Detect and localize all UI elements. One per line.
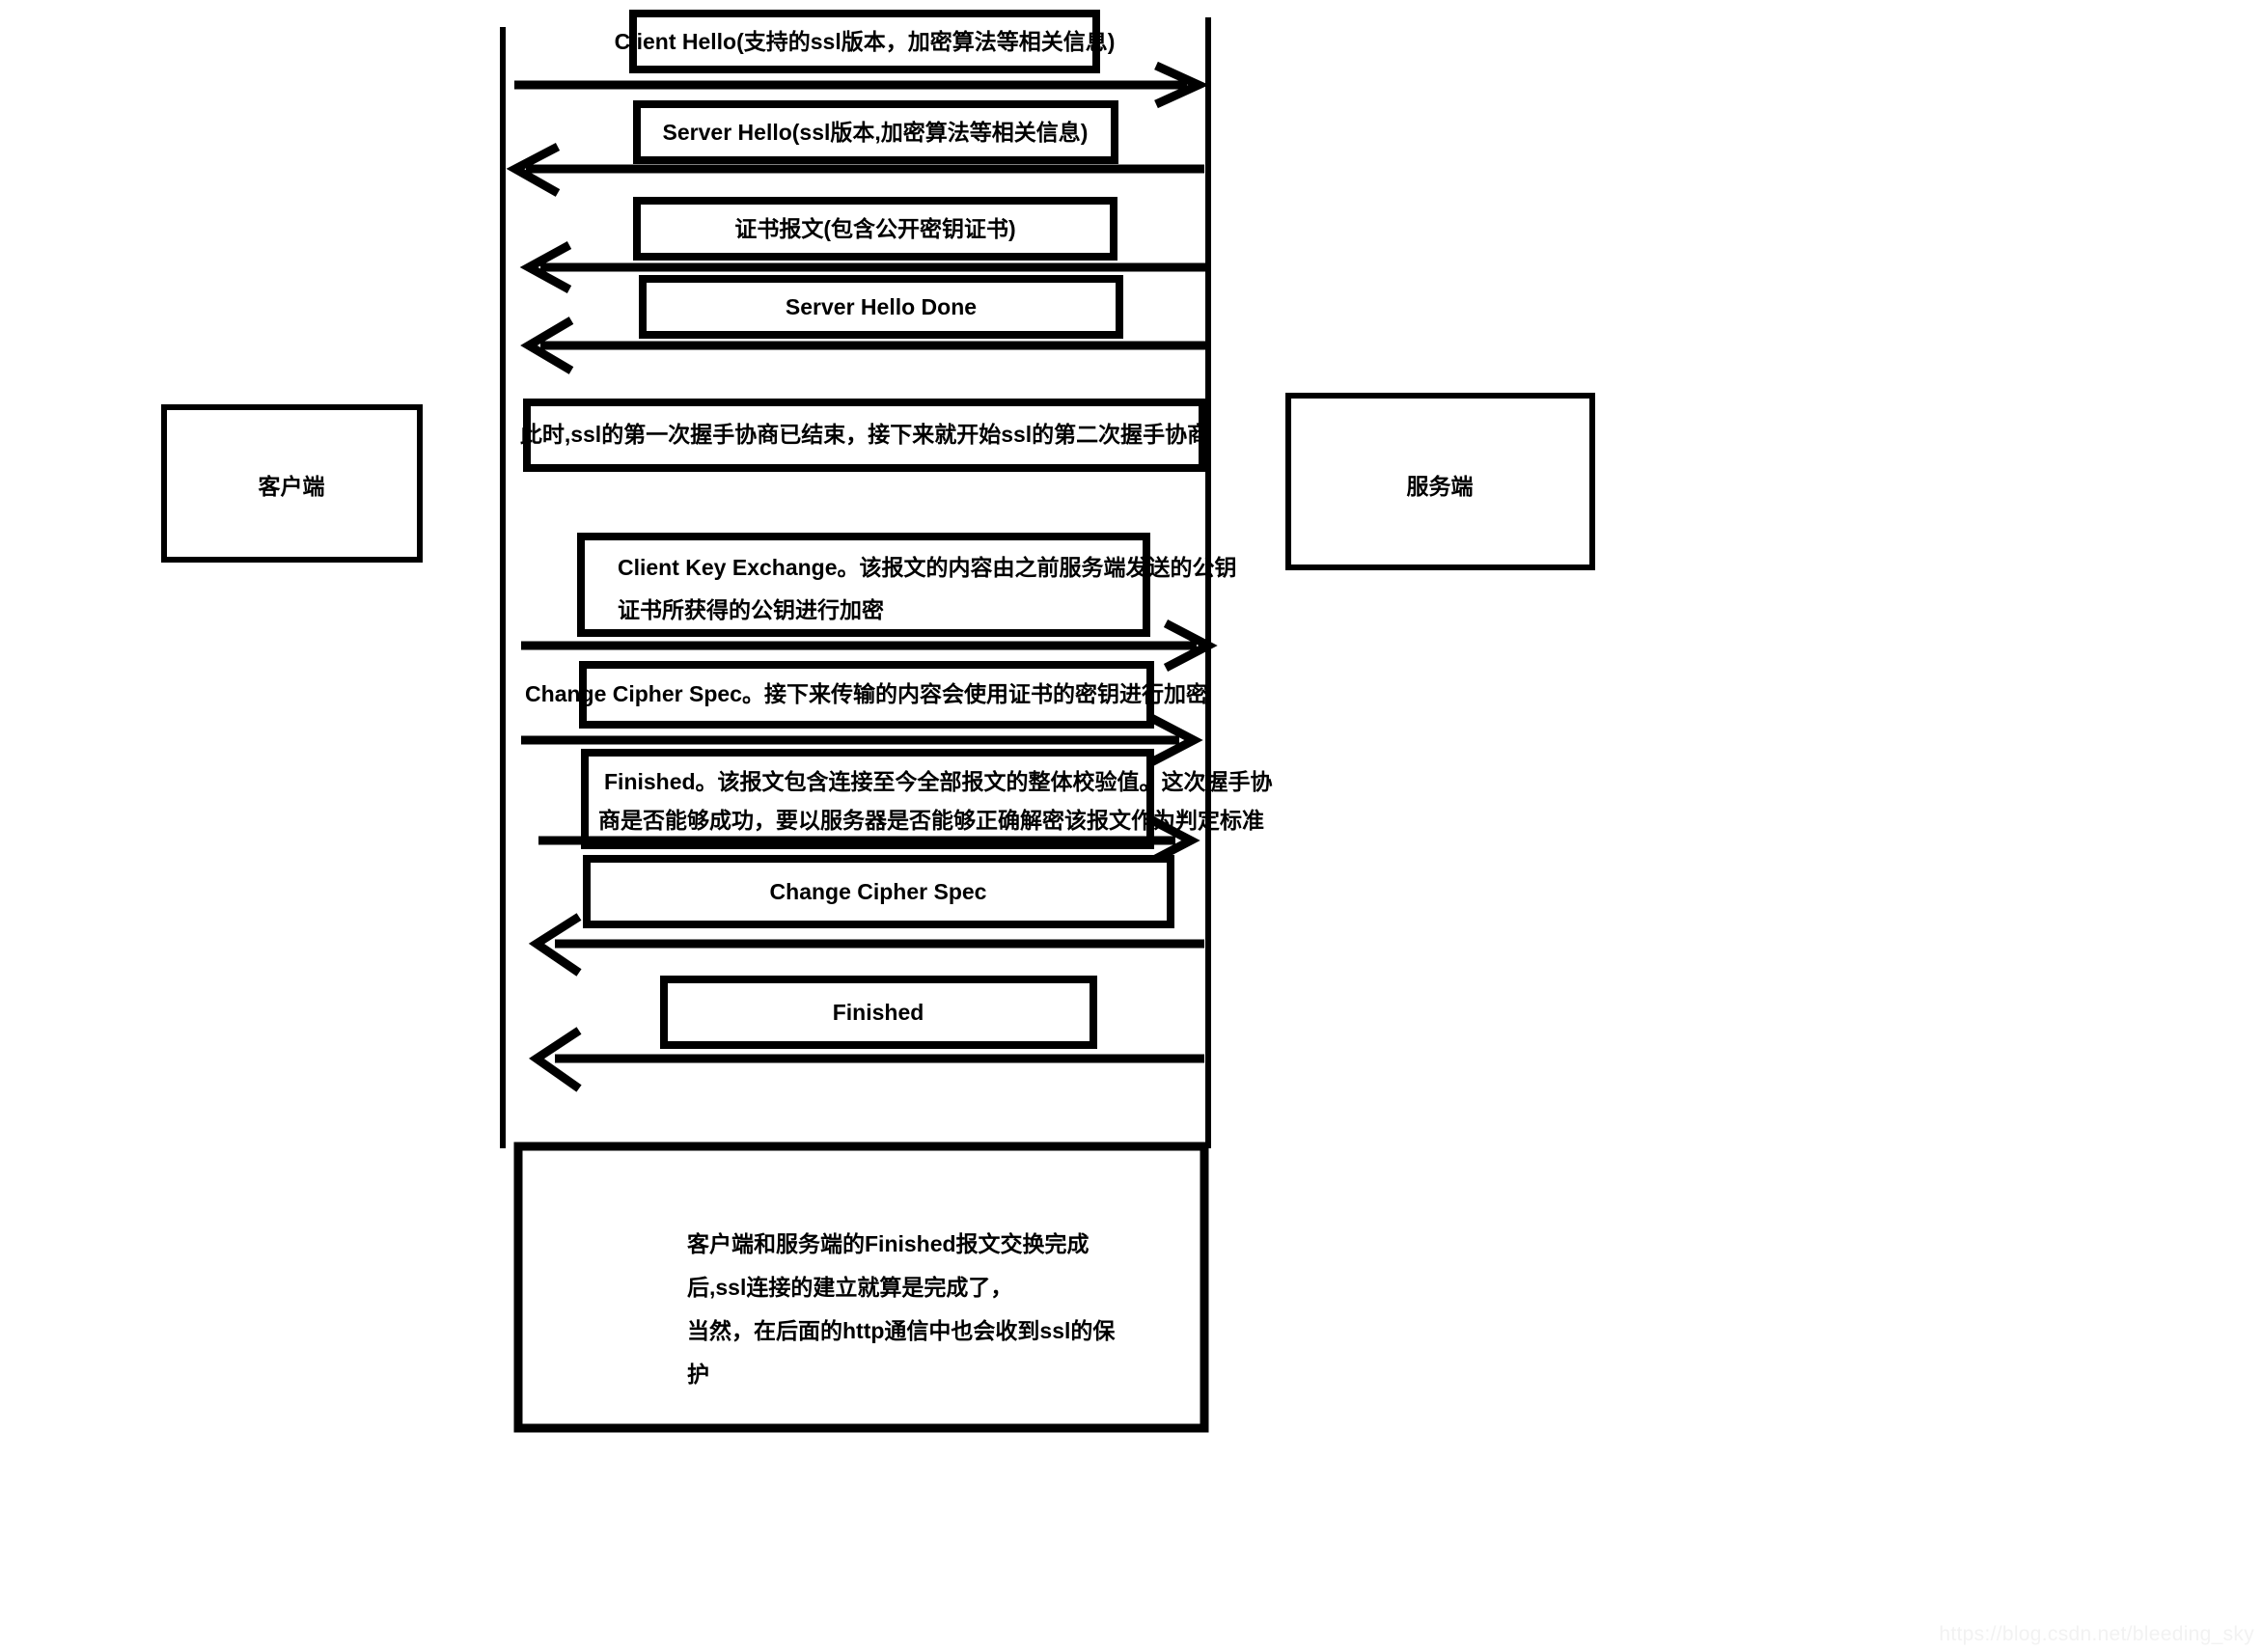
message-6-label: Change Cipher Spec。接下来传输的内容会使用证书的密钥进行加密 [525, 681, 1208, 706]
message-2-label: Server Hello(ssl版本,加密算法等相关信息) [663, 120, 1089, 145]
message-8-label: Change Cipher Spec [770, 879, 987, 904]
summary-line-1: 客户端和服务端的Finished报文交换完成 [687, 1231, 1090, 1256]
handshake-phase-note: 此时,ssl的第一次握手协商已结束，接下来就开始ssl的第二次握手协商 [520, 399, 1209, 472]
message-4-label: Server Hello Done [786, 294, 977, 319]
message-6: Change Cipher Spec。接下来传输的内容会使用证书的密钥进行加密 [521, 661, 1208, 766]
summary-line-3: 当然，在后面的http通信中也会收到ssl的保 [687, 1318, 1116, 1343]
summary-line-4: 护 [687, 1362, 709, 1387]
message-1-label: Client Hello(支持的ssl版本，加密算法等相关信息) [615, 29, 1116, 54]
message-1: Client Hello(支持的ssl版本，加密算法等相关信息) [514, 10, 1209, 109]
summary-line-2: 后,ssl连接的建立就算是完成了， [687, 1275, 1012, 1300]
summary-note: 客户端和服务端的Finished报文交换完成 后,ssl连接的建立就算是完成了，… [513, 1142, 1209, 1433]
sequence-diagram-svg: 客户端 服务端 Client Hello(支持的ssl版本，加密算法等相关信息)… [161, 10, 1595, 1433]
sequence-diagram-canvas: 客户端 服务端 Client Hello(支持的ssl版本，加密算法等相关信息)… [0, 0, 2262, 1652]
actor-server: 服务端 [1285, 393, 1595, 570]
client-actor-label: 客户端 [259, 474, 325, 499]
message-7: Finished。该报文包含连接至今全部报文的整体校验值。这次握手协 商是否能够… [538, 749, 1273, 867]
message-5-label-line1: Client Key Exchange。该报文的内容由之前服务端发送的公钥 [618, 555, 1237, 580]
watermark-text: https://blog.csdn.net/bleeding_sky [1939, 1623, 2254, 1645]
actor-client: 客户端 [161, 404, 423, 563]
message-8: Change Cipher Spec [528, 855, 1204, 977]
handshake-phase-note-label: 此时,ssl的第一次握手协商已结束，接下来就开始ssl的第二次握手协商 [520, 422, 1209, 447]
message-4: Server Hello Done [520, 275, 1206, 374]
message-3-label: 证书报文(包含公开密钥证书) [734, 216, 1015, 241]
server-actor-label: 服务端 [1407, 474, 1474, 499]
message-5: Client Key Exchange。该报文的内容由之前服务端发送的公钥 证书… [521, 533, 1237, 672]
message-7-label-line1: Finished。该报文包含连接至今全部报文的整体校验值。这次握手协 [604, 769, 1273, 794]
message-5-label-line2: 证书所获得的公钥进行加密 [618, 597, 884, 622]
message-9: Finished [529, 976, 1204, 1092]
message-9-label: Finished [833, 1000, 924, 1025]
message-2: Server Hello(ssl版本,加密算法等相关信息) [506, 100, 1204, 197]
